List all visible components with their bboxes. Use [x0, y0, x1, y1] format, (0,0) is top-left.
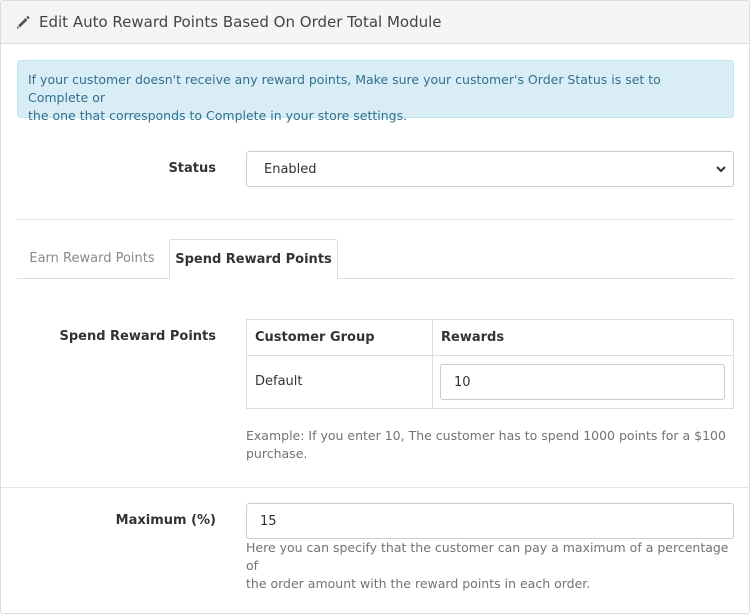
alert-line-1: If your customer doesn't receive any rew… — [28, 72, 661, 105]
status-label: Status — [168, 161, 216, 176]
chevron-down-icon — [716, 166, 726, 173]
maximum-help-line-1: Here you can specify that the customer c… — [246, 540, 729, 573]
table-column-divider — [432, 320, 433, 408]
maximum-help-text: Here you can specify that the customer c… — [246, 539, 736, 593]
divider — [17, 219, 734, 220]
rewards-input-value: 10 — [454, 375, 471, 390]
maximum-input-value: 15 — [260, 514, 277, 529]
tab-earn-reward-points[interactable]: Earn Reward Points — [17, 239, 167, 279]
table-cell-group: Default — [255, 374, 303, 389]
column-header-customer-group: Customer Group — [255, 330, 375, 345]
rewards-table: Customer Group Rewards Default 10 — [246, 319, 734, 409]
panel-heading: Edit Auto Reward Points Based On Order T… — [1, 1, 749, 44]
info-alert: If your customer doesn't receive any rew… — [17, 60, 734, 123]
status-select[interactable]: Enabled — [246, 151, 734, 187]
maximum-label: Maximum (%) — [115, 513, 216, 528]
divider — [1, 487, 749, 488]
status-select-value: Enabled — [264, 162, 317, 177]
spend-help-text: Example: If you enter 10, The customer h… — [246, 427, 726, 463]
page-title: Edit Auto Reward Points Based On Order T… — [39, 13, 442, 31]
spend-reward-points-label: Spend Reward Points — [59, 329, 216, 344]
column-header-rewards: Rewards — [441, 330, 505, 345]
spend-help-line-2: purchase. — [246, 446, 308, 461]
rewards-input[interactable]: 10 — [440, 364, 725, 400]
module-panel: Edit Auto Reward Points Based On Order T… — [0, 0, 750, 614]
maximum-input[interactable]: 15 — [246, 503, 734, 539]
tab-spend-reward-points[interactable]: Spend Reward Points — [169, 239, 338, 279]
spend-help-line-1: Example: If you enter 10, The customer h… — [246, 428, 726, 443]
maximum-help-line-2: the order amount with the reward points … — [246, 576, 591, 591]
alert-line-2: the one that corresponds to Complete in … — [28, 108, 408, 123]
pencil-icon — [16, 16, 30, 29]
